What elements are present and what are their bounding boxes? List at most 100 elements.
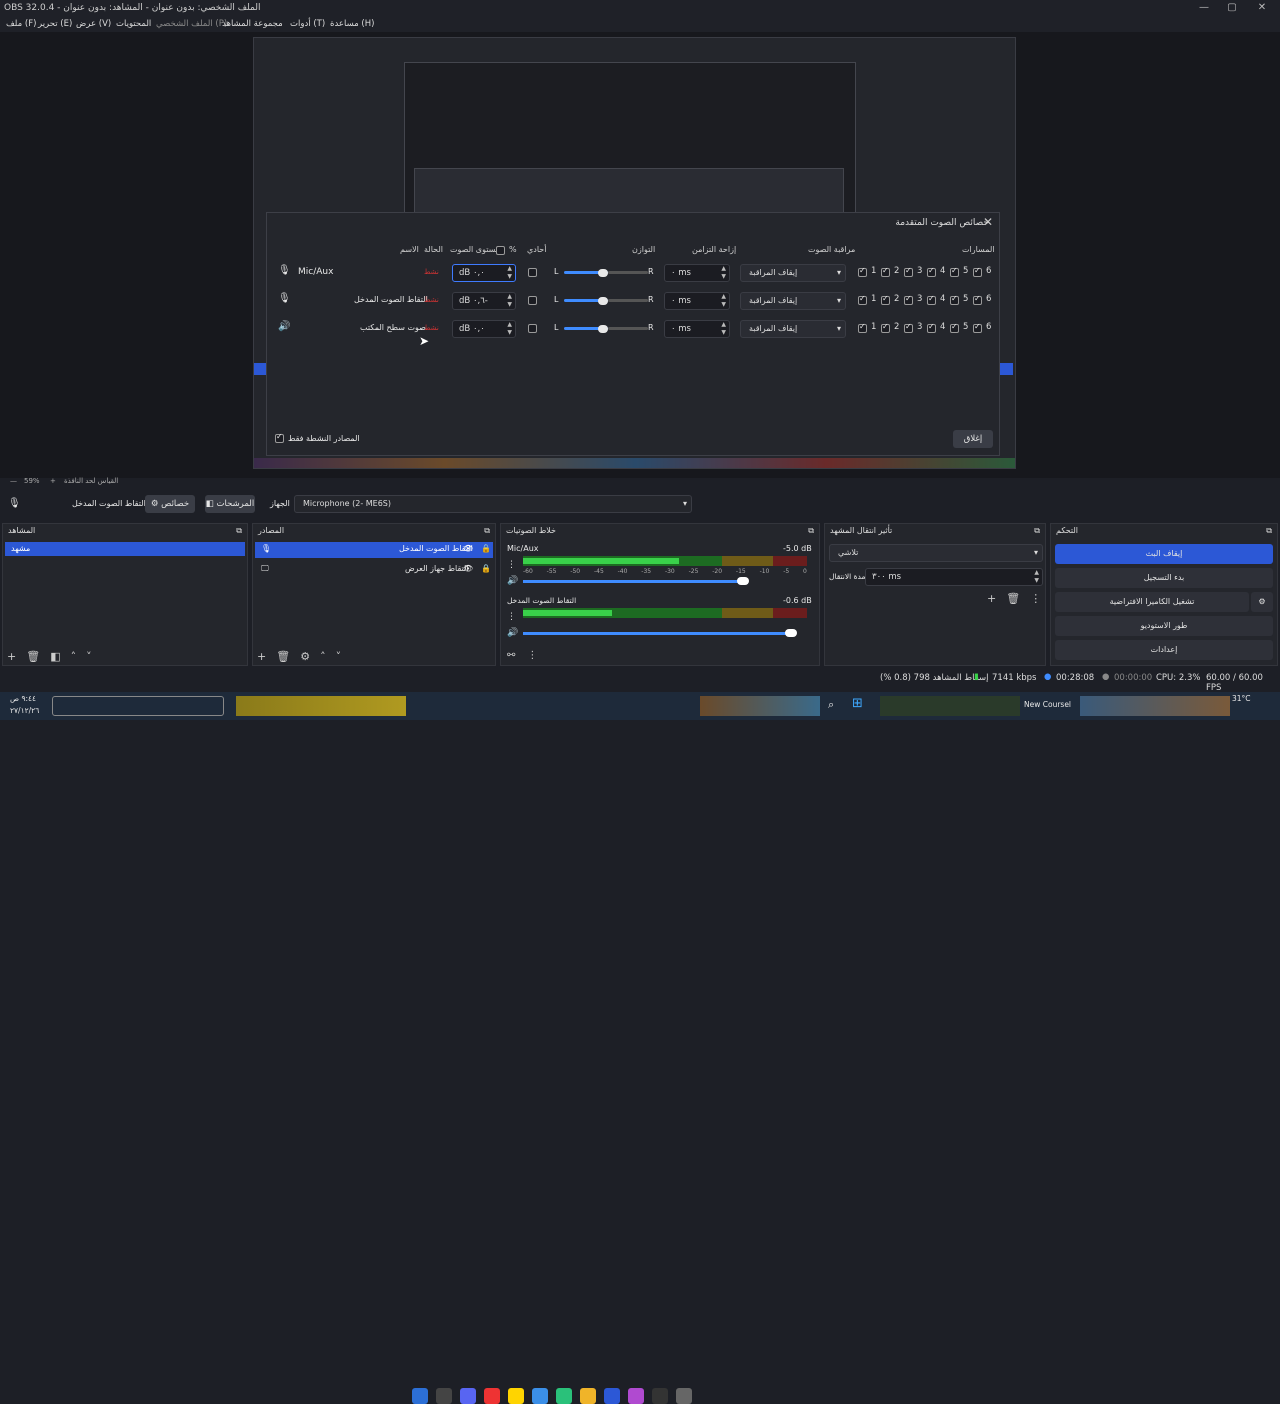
volume-knob[interactable] bbox=[737, 577, 749, 585]
dock-icon[interactable]: ⧉ bbox=[808, 526, 814, 536]
down-icon[interactable]: ˅ bbox=[86, 650, 92, 663]
close-window-button[interactable]: ✕ bbox=[1250, 0, 1274, 16]
track-checkbox[interactable] bbox=[858, 266, 867, 277]
volume-spinbox[interactable]: dB ٠,٦- ▲ ▼ bbox=[452, 292, 516, 310]
mono-checkbox[interactable] bbox=[528, 296, 537, 305]
menu-dots-icon[interactable]: ⋮ bbox=[1030, 592, 1041, 605]
trash-icon[interactable]: 🗑 bbox=[1006, 592, 1020, 605]
monitoring-dropdown[interactable]: إيقاف المراقبة ▾ bbox=[740, 292, 846, 310]
up-icon[interactable]: ˄ bbox=[320, 650, 326, 663]
menu-file[interactable]: ملف (F) bbox=[6, 19, 36, 29]
monitoring-dropdown[interactable]: إيقاف المراقبة ▾ bbox=[740, 264, 846, 282]
track-checkbox[interactable] bbox=[881, 294, 890, 305]
menu-edit[interactable]: تحرير (E) bbox=[38, 19, 72, 29]
eye-icon[interactable]: 👁 bbox=[463, 544, 473, 553]
track-checkbox[interactable] bbox=[927, 294, 936, 305]
dock-icon[interactable]: ⧉ bbox=[236, 526, 242, 536]
volume-spinbox[interactable]: dB ٠,٠ ▲ ▼ bbox=[452, 320, 516, 338]
app-icon[interactable] bbox=[676, 1388, 692, 1404]
balance-knob[interactable] bbox=[598, 325, 608, 333]
stop-stream-button[interactable]: إيقاف البث bbox=[1055, 544, 1273, 564]
track-checkbox[interactable] bbox=[904, 266, 913, 277]
add-icon[interactable]: + bbox=[987, 592, 996, 605]
speaker-icon[interactable]: 🔊 bbox=[507, 576, 518, 586]
track-checkbox[interactable] bbox=[973, 266, 982, 277]
link-icon[interactable]: ⚯ bbox=[507, 650, 515, 661]
track-checkbox[interactable] bbox=[950, 294, 959, 305]
system-tray[interactable] bbox=[52, 696, 224, 716]
source-item[interactable]: 🖵 التقاط جهاز العرض 👁 🔒 bbox=[255, 562, 493, 578]
track-checkbox[interactable] bbox=[858, 322, 867, 333]
filter-icon[interactable]: ◧ bbox=[50, 650, 60, 663]
studio-mode-button[interactable]: طور الاستوديو bbox=[1055, 616, 1273, 636]
monitoring-dropdown[interactable]: إيقاف المراقبة ▾ bbox=[740, 320, 846, 338]
lock-icon[interactable]: 🔒 bbox=[481, 564, 491, 573]
sync-spinbox[interactable]: ٠ ms ▲ ▼ bbox=[664, 320, 730, 338]
duration-spinbox[interactable]: ٣٠٠ ms ▲ ▼ bbox=[865, 568, 1043, 586]
track-checkbox[interactable] bbox=[927, 266, 936, 277]
volume-slider[interactable] bbox=[523, 632, 793, 635]
track-checkbox[interactable] bbox=[881, 266, 890, 277]
track-checkbox[interactable] bbox=[927, 322, 936, 333]
windows-icon[interactable]: ⊞ bbox=[852, 696, 863, 711]
track-checkbox[interactable] bbox=[973, 294, 982, 305]
percent-checkbox[interactable] bbox=[496, 246, 505, 255]
track-checkbox[interactable] bbox=[904, 322, 913, 333]
menu-dots-icon[interactable]: ⋮ bbox=[507, 612, 516, 622]
search-icon[interactable]: ⌕ bbox=[828, 698, 834, 712]
virtual-camera-settings[interactable]: ⚙ bbox=[1251, 592, 1273, 612]
volume-slider[interactable] bbox=[523, 580, 743, 583]
app-icon[interactable] bbox=[604, 1388, 620, 1404]
scene-item[interactable]: مشهد bbox=[5, 542, 245, 556]
volume-spinbox[interactable]: dB ٠,٠ ▲ ▼ bbox=[452, 264, 516, 282]
settings-button[interactable]: إعدادات bbox=[1055, 640, 1273, 660]
active-only-checkbox[interactable] bbox=[275, 432, 284, 443]
track-checkbox[interactable] bbox=[950, 266, 959, 277]
close-dialog-button[interactable]: إغلاق bbox=[953, 430, 993, 448]
app-icon[interactable] bbox=[436, 1388, 452, 1404]
sync-spinbox[interactable]: ٠ ms ▲ ▼ bbox=[664, 264, 730, 282]
app-icon[interactable] bbox=[412, 1388, 428, 1404]
balance-knob[interactable] bbox=[598, 297, 608, 305]
dock-icon[interactable]: ⧉ bbox=[1034, 526, 1040, 536]
mono-checkbox[interactable] bbox=[528, 324, 537, 333]
track-checkbox[interactable] bbox=[858, 294, 867, 305]
add-icon[interactable]: + bbox=[257, 650, 266, 663]
track-checkbox[interactable] bbox=[973, 322, 982, 333]
menu-dots-icon[interactable]: ⋮ bbox=[507, 560, 516, 570]
obs-icon[interactable] bbox=[652, 1388, 668, 1404]
virtual-camera-button[interactable]: تشغيل الكاميرا الافتراضية bbox=[1055, 592, 1249, 612]
down-icon[interactable]: ˅ bbox=[336, 650, 342, 663]
sync-spinbox[interactable]: ٠ ms ▲ ▼ bbox=[664, 292, 730, 310]
gear-icon[interactable]: ⚙ bbox=[300, 650, 310, 663]
zoom-in-icon[interactable]: + bbox=[50, 477, 56, 485]
start-recording-button[interactable]: بدء التسجيل bbox=[1055, 568, 1273, 588]
add-icon[interactable]: + bbox=[7, 650, 16, 663]
folder-icon[interactable] bbox=[580, 1388, 596, 1404]
close-icon[interactable]: ✕ bbox=[983, 215, 993, 229]
store-icon[interactable] bbox=[532, 1388, 548, 1404]
discord-icon[interactable] bbox=[460, 1388, 476, 1404]
trash-icon[interactable]: 🗑 bbox=[26, 650, 40, 663]
menu-profile[interactable]: الملف الشخصي (P) bbox=[156, 19, 227, 29]
trash-icon[interactable]: 🗑 bbox=[276, 650, 290, 663]
eye-icon[interactable]: 👁 bbox=[463, 564, 473, 573]
dock-icon[interactable]: ⧉ bbox=[1266, 526, 1272, 536]
source-item[interactable]: 🎙 التقاط الصوت المدخل 👁 🔒 bbox=[255, 542, 493, 558]
track-checkbox[interactable] bbox=[904, 294, 913, 305]
mono-checkbox[interactable] bbox=[528, 268, 537, 277]
dock-icon[interactable]: ⧉ bbox=[484, 526, 490, 536]
app-icon[interactable] bbox=[484, 1388, 500, 1404]
minimize-button[interactable]: — bbox=[1192, 0, 1216, 16]
track-checkbox[interactable] bbox=[950, 322, 959, 333]
zoom-fit-label[interactable]: القياس لحد النافذة bbox=[64, 477, 118, 485]
chrome-icon[interactable] bbox=[556, 1388, 572, 1404]
app-icon[interactable] bbox=[508, 1388, 524, 1404]
up-icon[interactable]: ˄ bbox=[71, 650, 77, 663]
menu-view[interactable]: عرض (V) bbox=[76, 19, 111, 29]
transition-dropdown[interactable]: تلاشي ▾ bbox=[829, 544, 1043, 562]
properties-button[interactable]: ⚙ خصائص bbox=[145, 495, 195, 513]
speaker-icon[interactable]: 🔊 bbox=[507, 628, 518, 638]
app-icon[interactable] bbox=[628, 1388, 644, 1404]
volume-knob[interactable] bbox=[785, 629, 797, 637]
